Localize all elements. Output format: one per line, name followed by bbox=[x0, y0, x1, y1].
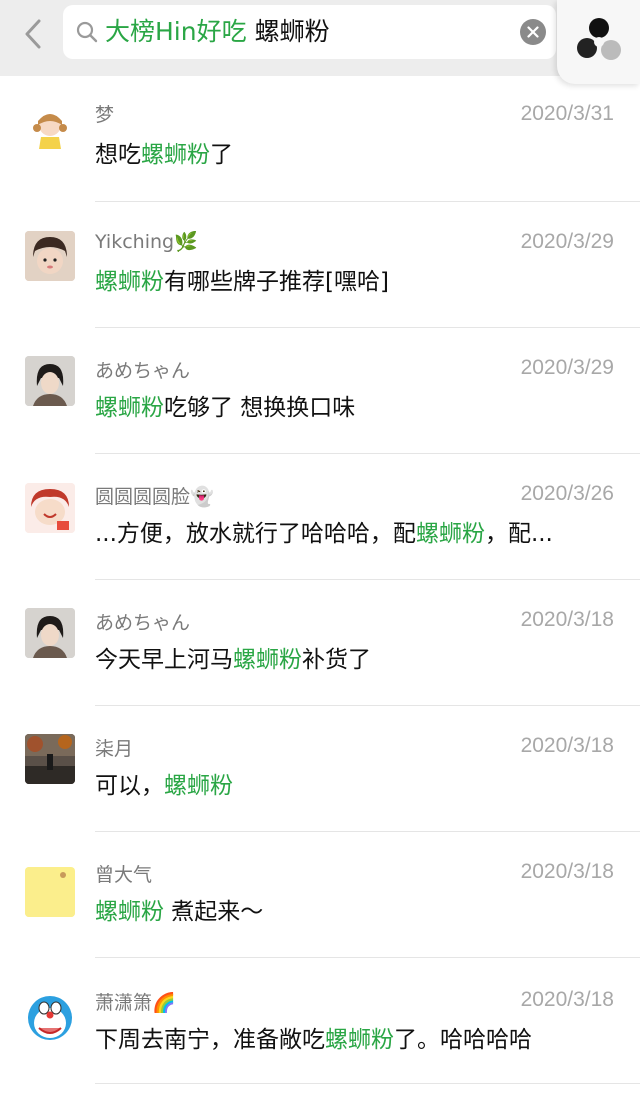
message-snippet: ...方便，放水就行了哈哈哈，配螺蛳粉，配... bbox=[95, 521, 553, 547]
keyword-highlight: 螺蛳粉 bbox=[95, 269, 164, 295]
chevron-left-icon bbox=[25, 19, 41, 49]
contact-name: Yikching🌿 bbox=[95, 231, 198, 253]
message-date: 2020/3/29 bbox=[520, 230, 614, 253]
message-snippet: 今天早上河马螺蛳粉补货了 bbox=[95, 647, 371, 673]
message-date: 2020/3/29 bbox=[520, 356, 614, 379]
message-date: 2020/3/18 bbox=[520, 988, 614, 1011]
keyword-highlight: 螺蛳粉 bbox=[95, 899, 164, 925]
back-button[interactable] bbox=[16, 14, 50, 54]
result-item[interactable]: Yikching🌿 2020/3/29 螺蛳粉有哪些牌子推荐[嘿哈] bbox=[0, 202, 640, 328]
keyword-highlight: 螺蛳粉 bbox=[95, 395, 164, 421]
keyword-highlight: 螺蛳粉 bbox=[141, 142, 210, 168]
avatar[interactable] bbox=[25, 356, 75, 406]
contact-name: あめちゃん bbox=[95, 360, 191, 382]
message-snippet: 想吃螺蛳粉了 bbox=[95, 142, 233, 168]
result-item[interactable]: 柒月 2020/3/18 可以，螺蛳粉 bbox=[0, 706, 640, 832]
keyword-highlight: 螺蛳粉 bbox=[325, 1027, 394, 1053]
floating-menu-button[interactable] bbox=[557, 0, 640, 84]
keyword-highlight: 螺蛳粉 bbox=[415, 521, 485, 547]
result-item[interactable]: 萧潇箫🌈 2020/3/18 下周去南宁，准备敞吃螺蛳粉了。哈哈哈哈 bbox=[0, 958, 640, 1084]
clear-search-button[interactable] bbox=[520, 19, 546, 45]
avatar[interactable] bbox=[25, 103, 75, 153]
contact-name: 曾大气 bbox=[95, 864, 153, 886]
message-snippet: 螺蛳粉有哪些牌子推荐[嘿哈] bbox=[95, 269, 389, 295]
message-snippet: 螺蛳粉吃够了 想换换口味 bbox=[95, 395, 356, 421]
contact-name: 圆圆圆圆脸👻 bbox=[95, 486, 214, 508]
avatar[interactable] bbox=[25, 994, 75, 1044]
search-bar[interactable]: 大榜Hin好吃 螺蛳粉 bbox=[63, 5, 556, 59]
top-bar: 大榜Hin好吃 螺蛳粉 bbox=[0, 0, 640, 84]
message-snippet: 螺蛳粉 煮起来～ bbox=[95, 899, 264, 925]
keyword-highlight: 螺蛳粉 bbox=[233, 647, 302, 673]
avatar[interactable] bbox=[25, 867, 75, 917]
search-query[interactable]: 大榜Hin好吃 螺蛳粉 bbox=[105, 17, 330, 47]
message-date: 2020/3/18 bbox=[520, 860, 614, 883]
avatar[interactable] bbox=[25, 734, 75, 784]
message-snippet: 下周去南宁，准备敞吃螺蛳粉了。哈哈哈哈 bbox=[95, 1027, 532, 1053]
search-icon bbox=[76, 21, 98, 43]
result-item[interactable]: 曾大气 2020/3/18 螺蛳粉 煮起来～ bbox=[0, 832, 640, 958]
result-item[interactable]: あめちゃん 2020/3/29 螺蛳粉吃够了 想换换口味 bbox=[0, 328, 640, 454]
search-keyword[interactable]: 螺蛳粉 bbox=[255, 17, 330, 46]
message-date: 2020/3/31 bbox=[520, 102, 614, 125]
contact-name: 柒月 bbox=[95, 738, 134, 760]
contact-name: 萧潇箫🌈 bbox=[95, 992, 176, 1014]
divider bbox=[95, 1083, 640, 1084]
clear-icon bbox=[527, 26, 539, 38]
avatar[interactable] bbox=[25, 608, 75, 658]
search-filter-tag[interactable]: 大榜Hin好吃 bbox=[105, 17, 247, 46]
message-date: 2020/3/18 bbox=[520, 608, 614, 631]
result-item[interactable]: 梦 2020/3/31 想吃螺蛳粉了 bbox=[0, 76, 640, 202]
message-date: 2020/3/18 bbox=[520, 734, 614, 757]
mini-program-icon bbox=[576, 18, 621, 60]
avatar[interactable] bbox=[25, 483, 75, 533]
contact-name: 梦 bbox=[95, 104, 115, 126]
search-results-list: 梦 2020/3/31 想吃螺蛳粉了 Yikching🌿 2020/3/29 螺… bbox=[0, 76, 640, 1084]
avatar[interactable] bbox=[25, 231, 75, 281]
result-item[interactable]: 圆圆圆圆脸👻 2020/3/26 ...方便，放水就行了哈哈哈，配螺蛳粉，配..… bbox=[0, 454, 640, 580]
result-item[interactable]: あめちゃん 2020/3/18 今天早上河马螺蛳粉补货了 bbox=[0, 580, 640, 706]
message-snippet: 可以，螺蛳粉 bbox=[95, 773, 233, 799]
message-date: 2020/3/26 bbox=[520, 482, 614, 505]
contact-name: あめちゃん bbox=[95, 612, 191, 634]
keyword-highlight: 螺蛳粉 bbox=[164, 773, 233, 799]
